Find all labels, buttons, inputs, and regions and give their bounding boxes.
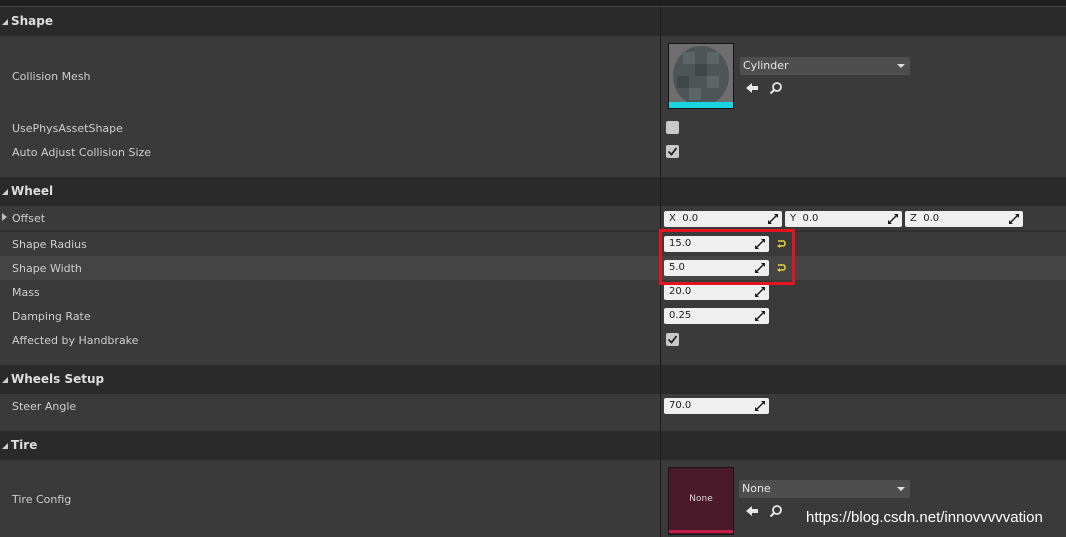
drag-spin-icon[interactable] bbox=[1009, 214, 1019, 224]
collapse-triangle-icon[interactable] bbox=[2, 189, 8, 195]
offset-y-field[interactable]: Y 0.0 bbox=[785, 211, 902, 227]
row-use-phys-asset-shape: UsePhysAssetShape bbox=[0, 116, 1066, 140]
row-offset: Offset X 0.0 Y 0.0 Z 0.0 bbox=[0, 206, 1066, 230]
drag-spin-icon[interactable] bbox=[755, 287, 765, 297]
section-title: Shape bbox=[11, 14, 54, 28]
row-collision-mesh: Collision Mesh Cylinder bbox=[0, 36, 1066, 116]
offset-x-axis-label: X bbox=[669, 213, 676, 224]
row-damping-rate: Damping Rate 0.25 bbox=[0, 304, 1066, 328]
expand-triangle-icon[interactable] bbox=[2, 213, 7, 221]
tire-config-thumbnail[interactable]: None bbox=[668, 467, 734, 535]
row-shape-width: Shape Width 5.0 bbox=[0, 256, 1066, 280]
drag-spin-icon[interactable] bbox=[888, 214, 898, 224]
section-header-tire[interactable]: Tire bbox=[0, 431, 1066, 460]
browse-search-icon[interactable] bbox=[769, 504, 783, 518]
offset-label: Offset bbox=[12, 212, 46, 225]
mass-label: Mass bbox=[12, 286, 40, 299]
affected-by-handbrake-checkbox[interactable] bbox=[666, 333, 679, 346]
watermark-text: https://blog.csdn.net/innovvvvvation bbox=[806, 509, 1043, 526]
collision-mesh-thumbnail[interactable] bbox=[668, 43, 734, 109]
use-phys-asset-shape-checkbox[interactable] bbox=[666, 121, 679, 134]
collapse-triangle-icon[interactable] bbox=[2, 377, 8, 383]
tire-config-value: None bbox=[742, 482, 771, 495]
row-mass: Mass 20.0 bbox=[0, 280, 1066, 304]
row-steer-angle: Steer Angle 70.0 bbox=[0, 394, 1066, 431]
row-auto-adjust-collision: Auto Adjust Collision Size bbox=[0, 140, 1066, 177]
offset-x-field[interactable]: X 0.0 bbox=[664, 211, 782, 227]
drag-spin-icon[interactable] bbox=[768, 214, 778, 224]
section-title: Wheels Setup bbox=[11, 372, 105, 386]
collision-mesh-combo[interactable]: Cylinder bbox=[740, 57, 910, 75]
damping-rate-value: 0.25 bbox=[669, 310, 692, 321]
offset-y-axis-label: Y bbox=[790, 213, 797, 224]
checkmark-icon bbox=[667, 147, 678, 156]
collapse-triangle-icon[interactable] bbox=[2, 443, 8, 449]
steer-angle-value: 70.0 bbox=[669, 400, 692, 411]
shape-width-label: Shape Width bbox=[12, 262, 82, 275]
tire-config-thumbnail-text: None bbox=[689, 494, 713, 504]
row-shape-radius: Shape Radius 15.0 bbox=[0, 232, 1066, 256]
damping-rate-label: Damping Rate bbox=[12, 310, 91, 323]
drag-spin-icon[interactable] bbox=[755, 401, 765, 411]
asset-type-underline bbox=[669, 530, 733, 533]
section-header-wheels-setup[interactable]: Wheels Setup bbox=[0, 365, 1066, 394]
offset-z-axis-label: Z bbox=[910, 213, 917, 224]
cylinder-mesh-icon bbox=[669, 44, 733, 108]
checkmark-icon bbox=[667, 335, 678, 344]
section-title: Wheel bbox=[11, 184, 54, 198]
shape-radius-label: Shape Radius bbox=[12, 238, 87, 251]
drag-spin-icon[interactable] bbox=[755, 311, 765, 321]
collision-mesh-value: Cylinder bbox=[743, 59, 789, 72]
mass-field[interactable]: 20.0 bbox=[664, 284, 769, 300]
offset-z-field[interactable]: Z 0.0 bbox=[905, 211, 1023, 227]
use-selected-arrow-icon[interactable] bbox=[745, 81, 759, 95]
use-selected-arrow-icon[interactable] bbox=[745, 504, 759, 518]
browse-search-icon[interactable] bbox=[769, 81, 783, 95]
tire-config-combo[interactable]: None bbox=[739, 480, 910, 498]
section-header-wheel[interactable]: Wheel bbox=[0, 177, 1066, 206]
chevron-down-icon bbox=[897, 487, 905, 491]
highlight-annotation-box bbox=[659, 229, 795, 285]
section-header-shape[interactable]: Shape bbox=[0, 7, 1066, 36]
row-affected-by-handbrake: Affected by Handbrake bbox=[0, 328, 1066, 365]
top-bar bbox=[0, 0, 1066, 7]
offset-x-value: 0.0 bbox=[682, 213, 699, 224]
mass-value: 20.0 bbox=[669, 286, 692, 297]
steer-angle-label: Steer Angle bbox=[12, 400, 77, 413]
auto-adjust-collision-label: Auto Adjust Collision Size bbox=[12, 146, 152, 159]
tire-config-label: Tire Config bbox=[12, 493, 72, 506]
auto-adjust-collision-checkbox[interactable] bbox=[666, 145, 679, 158]
offset-y-value: 0.0 bbox=[802, 213, 819, 224]
collision-mesh-label: Collision Mesh bbox=[12, 70, 91, 83]
chevron-down-icon bbox=[897, 64, 905, 68]
damping-rate-field[interactable]: 0.25 bbox=[664, 308, 769, 324]
use-phys-asset-shape-label: UsePhysAssetShape bbox=[12, 122, 123, 135]
offset-z-value: 0.0 bbox=[923, 213, 940, 224]
steer-angle-field[interactable]: 70.0 bbox=[664, 398, 769, 414]
collapse-triangle-icon[interactable] bbox=[2, 19, 8, 25]
section-title: Tire bbox=[11, 438, 38, 452]
affected-by-handbrake-label: Affected by Handbrake bbox=[12, 334, 139, 347]
